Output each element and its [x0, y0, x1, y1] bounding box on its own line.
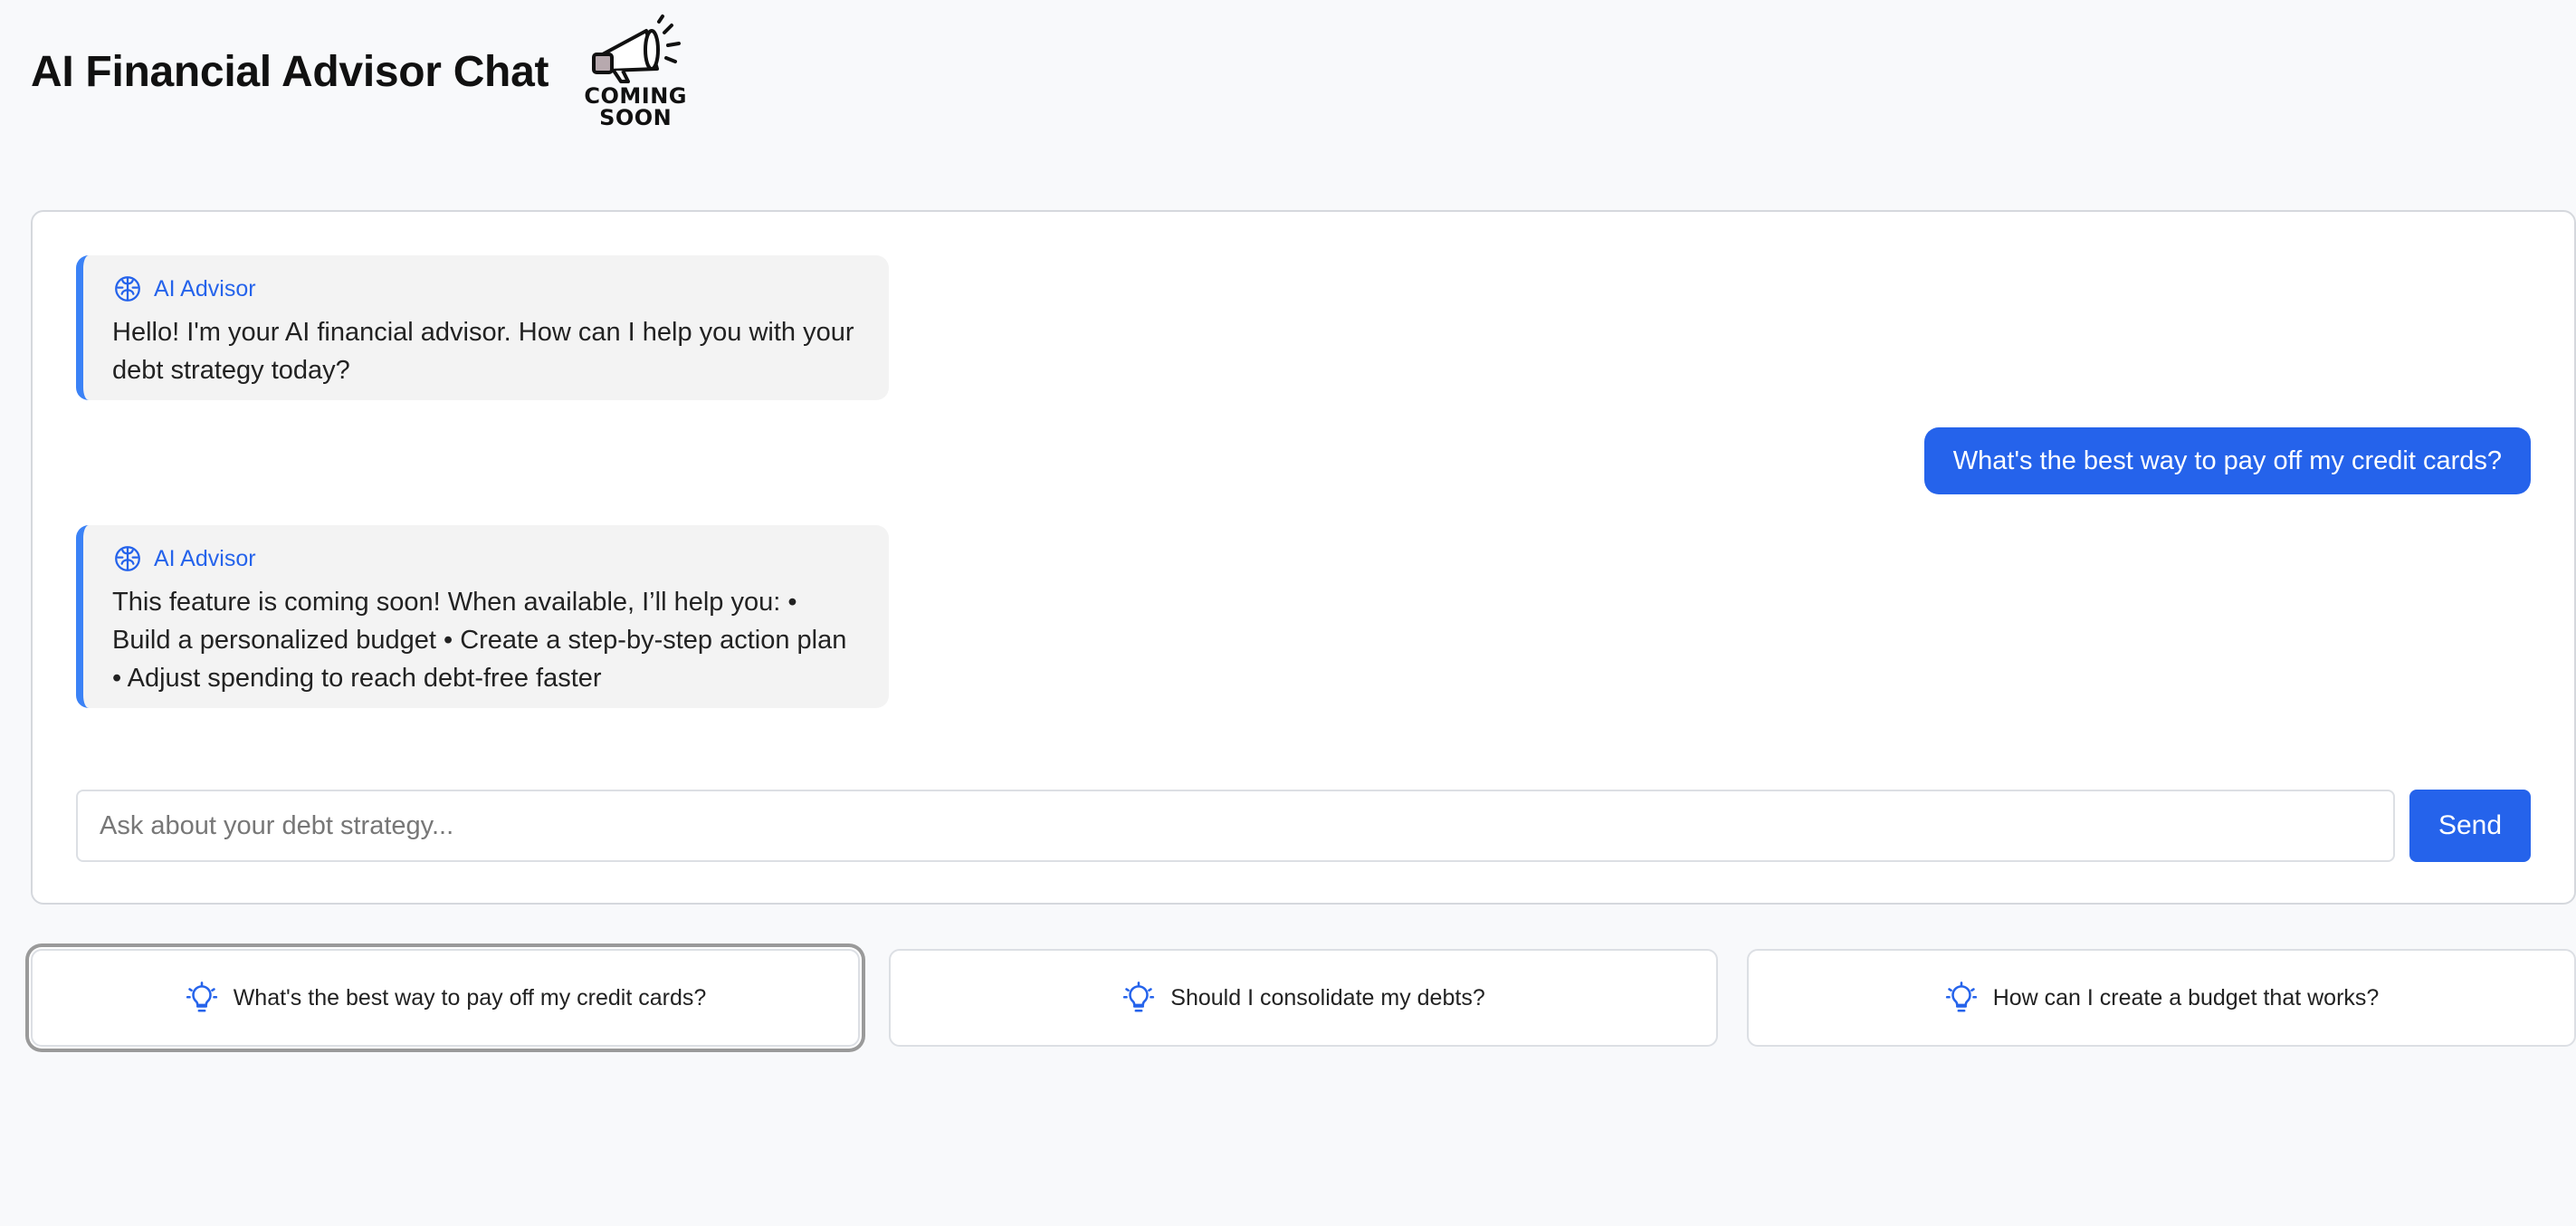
chat-input-row: Send: [76, 790, 2531, 862]
suggestion-label: Should I consolidate my debts?: [1170, 984, 1485, 1010]
ai-sender-name: AI Advisor: [154, 545, 256, 571]
brain-icon: [115, 276, 140, 302]
suggestion-label: How can I create a budget that works?: [1992, 984, 2380, 1010]
suggestion-label: What's the best way to pay off my credit…: [233, 984, 707, 1010]
header: AI Financial Advisor Chat COMING SOON: [31, 13, 690, 130]
ai-message: AI Advisor This feature is coming soon! …: [76, 525, 889, 708]
ai-sender-name: AI Advisor: [154, 275, 256, 302]
chat-input[interactable]: [76, 790, 2395, 862]
lightbulb-icon: [1945, 982, 1977, 1012]
coming-soon-badge: COMING SOON: [581, 13, 690, 130]
ai-message-header: AI Advisor: [112, 541, 862, 576]
coming-soon-line-1: COMING: [584, 83, 687, 109]
ai-message-header: AI Advisor: [112, 272, 862, 306]
suggestion-list: What's the best way to pay off my credit…: [31, 949, 2576, 1047]
page-title: AI Financial Advisor Chat: [31, 47, 549, 96]
suggestion-button[interactable]: How can I create a budget that works?: [1747, 949, 2576, 1047]
ai-message: AI Advisor Hello! I'm your AI financial …: [76, 255, 889, 400]
chat-panel: AI Advisor Hello! I'm your AI financial …: [31, 210, 2576, 905]
page: AI Financial Advisor Chat COMING SOON AI…: [0, 0, 2576, 1226]
suggestion-button[interactable]: Should I consolidate my debts?: [889, 949, 1718, 1047]
user-message: What's the best way to pay off my credit…: [1923, 427, 2531, 494]
coming-soon-line-2: SOON: [599, 105, 673, 130]
suggestion-button[interactable]: What's the best way to pay off my credit…: [31, 949, 860, 1047]
lightbulb-icon: [186, 982, 217, 1012]
coming-soon-text: COMING SOON: [584, 85, 687, 129]
ai-message-text: This feature is coming soon! When availa…: [112, 588, 847, 693]
lightbulb-icon: [1123, 982, 1155, 1012]
ai-message-text: Hello! I'm your AI financial advisor. Ho…: [112, 318, 854, 385]
send-button[interactable]: Send: [2409, 790, 2531, 862]
brain-icon: [115, 546, 140, 571]
megaphone-icon: [592, 14, 682, 83]
